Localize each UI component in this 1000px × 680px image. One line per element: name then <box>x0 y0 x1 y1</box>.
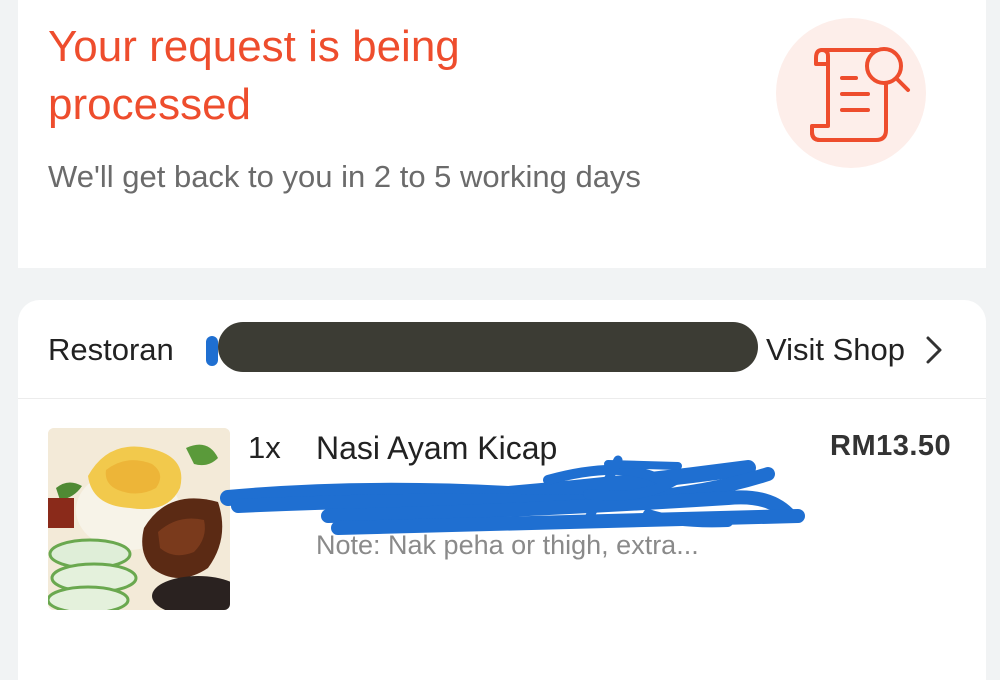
chevron-right-icon <box>923 334 945 366</box>
item-note: Note: Nak peha or thigh, extra... <box>316 530 699 560</box>
item-thumbnail <box>48 428 230 610</box>
status-title: Your request is being processed <box>48 22 460 129</box>
item-price: RM13.50 <box>830 430 952 462</box>
request-status-card: Your request is being processed We'll ge… <box>18 0 986 268</box>
visit-shop-label: Visit Shop <box>766 332 906 367</box>
order-item-row[interactable]: 1x Nasi Ayam Kicap RM13.50 Note: Nak peh… <box>18 398 986 628</box>
shop-name-redaction <box>218 322 758 372</box>
order-card: Restoran Visit Shop 1x Nasi Ayam Kicap R… <box>18 300 986 680</box>
document-search-icon <box>776 18 926 168</box>
shop-header: Restoran Visit Shop <box>18 300 986 399</box>
redaction-mark <box>206 336 218 366</box>
visit-shop-button[interactable]: Visit Shop <box>766 328 945 372</box>
shop-name: Restoran <box>48 332 174 367</box>
item-quantity: 1x <box>248 430 281 465</box>
status-subtitle: We'll get back to you in 2 to 5 working … <box>48 159 641 194</box>
item-name: Nasi Ayam Kicap <box>316 430 558 466</box>
